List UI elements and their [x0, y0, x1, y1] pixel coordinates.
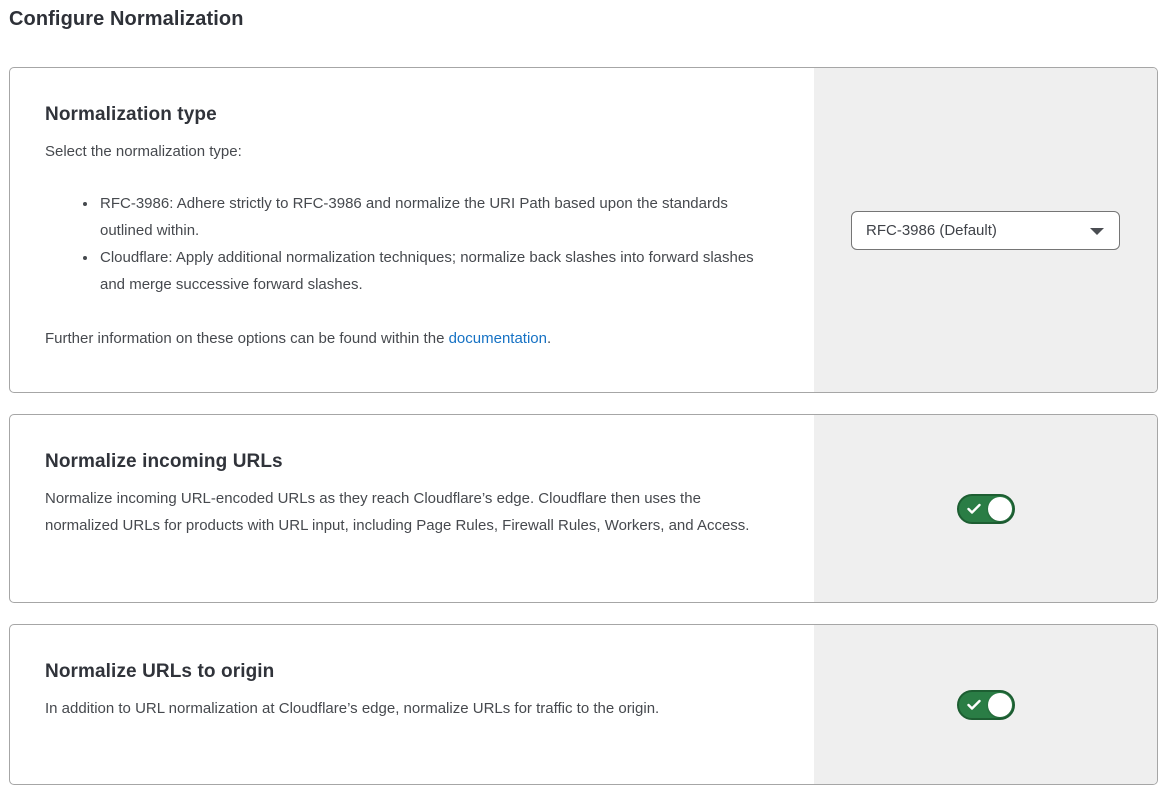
normalize-incoming-urls-description: Normalize incoming URL-encoded URLs as t…: [45, 485, 774, 539]
toggle-knob: [988, 497, 1012, 521]
normalize-incoming-urls-heading: Normalize incoming URLs: [45, 451, 774, 473]
normalize-urls-to-origin-control-panel: [814, 625, 1157, 784]
normalization-type-content: Normalization type Select the normalizat…: [10, 68, 814, 392]
toggle-knob: [988, 693, 1012, 717]
chevron-down-icon: [1090, 228, 1104, 235]
normalize-urls-to-origin-card: Normalize URLs to origin In addition to …: [9, 624, 1158, 785]
normalization-type-intro: Select the normalization type:: [45, 138, 774, 165]
check-icon: [967, 503, 981, 514]
normalization-type-heading: Normalization type: [45, 104, 774, 126]
normalization-type-control-panel: RFC-3986 (Default): [814, 68, 1157, 392]
normalize-urls-to-origin-heading: Normalize URLs to origin: [45, 661, 774, 683]
normalize-urls-to-origin-content: Normalize URLs to origin In addition to …: [10, 625, 814, 784]
normalize-incoming-urls-card: Normalize incoming URLs Normalize incomi…: [9, 414, 1158, 603]
normalization-type-card: Normalization type Select the normalizat…: [9, 67, 1158, 393]
configure-normalization-page: Configure Normalization Normalization ty…: [0, 0, 1167, 785]
normalize-urls-to-origin-description: In addition to URL normalization at Clou…: [45, 695, 774, 722]
normalization-type-select[interactable]: RFC-3986 (Default): [851, 211, 1120, 250]
normalize-incoming-urls-toggle[interactable]: [957, 494, 1015, 524]
normalize-incoming-urls-control-panel: [814, 415, 1157, 602]
page-title: Configure Normalization: [9, 8, 1158, 31]
check-icon: [967, 699, 981, 710]
list-item-cloudflare: Cloudflare: Apply additional normalizati…: [98, 244, 774, 298]
footer-text-after: .: [547, 330, 551, 347]
select-value: RFC-3986 (Default): [866, 222, 997, 239]
normalize-incoming-urls-content: Normalize incoming URLs Normalize incomi…: [10, 415, 814, 602]
list-item-rfc-3986: RFC-3986: Adhere strictly to RFC-3986 an…: [98, 190, 774, 244]
normalization-options-list: RFC-3986: Adhere strictly to RFC-3986 an…: [45, 190, 774, 298]
documentation-link[interactable]: documentation: [449, 330, 547, 347]
normalize-urls-to-origin-toggle[interactable]: [957, 690, 1015, 720]
normalization-type-footer: Further information on these options can…: [45, 325, 774, 352]
footer-text-before: Further information on these options can…: [45, 330, 449, 347]
